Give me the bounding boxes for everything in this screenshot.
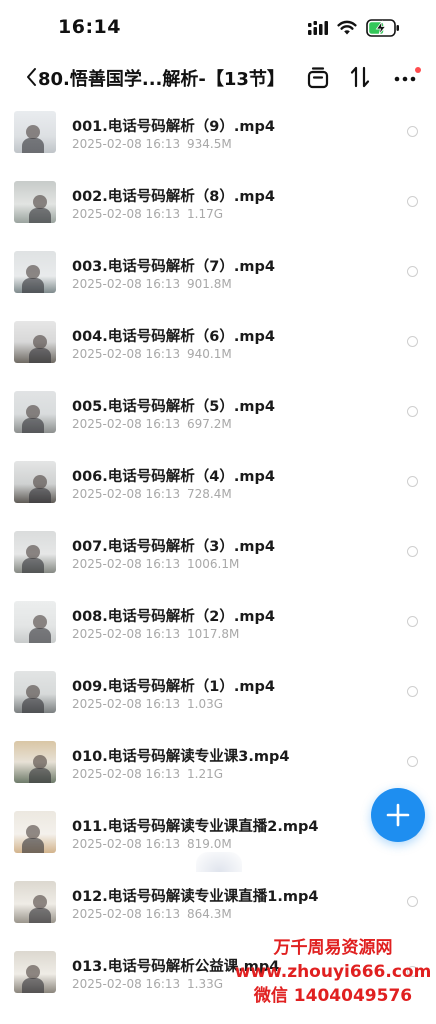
video-thumbnail	[14, 741, 56, 783]
select-radio[interactable]	[407, 686, 418, 697]
file-row[interactable]: 008.电话号码解析（2）.mp4 2025-02-08 16:13 1017.8M	[0, 586, 436, 656]
video-thumbnail	[14, 321, 56, 363]
file-date: 2025-02-08 16:13	[72, 207, 181, 221]
file-size: 940.1M	[187, 347, 232, 361]
file-date: 2025-02-08 16:13	[72, 627, 181, 641]
file-date: 2025-02-08 16:13	[72, 277, 181, 291]
file-size: 864.3M	[187, 907, 232, 921]
notification-dot-icon	[415, 67, 421, 73]
file-size: 901.8M	[187, 277, 232, 291]
file-name: 006.电话号码解析（4）.mp4	[72, 469, 275, 485]
file-size: 728.4M	[187, 487, 232, 501]
file-row[interactable]: 009.电话号码解析（1）.mp4 2025-02-08 16:13 1.03G	[0, 656, 436, 726]
battery-charging-icon	[366, 19, 399, 37]
more-icon[interactable]	[392, 66, 422, 90]
wifi-icon	[337, 20, 357, 35]
file-size: 1.17G	[187, 207, 224, 221]
file-name: 009.电话号码解析（1）.mp4	[72, 679, 275, 695]
select-radio[interactable]	[407, 266, 418, 277]
file-row[interactable]: 012.电话号码解读专业课直播1.mp4 2025-02-08 16:13 864.…	[0, 866, 436, 936]
video-thumbnail	[14, 251, 56, 293]
select-radio[interactable]	[407, 196, 418, 207]
select-radio[interactable]	[407, 546, 418, 557]
file-name: 008.电话号码解析（2）.mp4	[72, 609, 275, 625]
watermark-url: www.zhouyi666.com	[234, 962, 432, 982]
status-bar: 16:14	[0, 0, 436, 58]
file-date: 2025-02-08 16:13	[72, 837, 181, 851]
file-row[interactable]: 006.电话号码解析（4）.mp4 2025-02-08 16:13 728.4M	[0, 446, 436, 516]
file-date: 2025-02-08 16:13	[72, 977, 181, 991]
status-time: 16:14	[58, 16, 121, 38]
file-size: 1.03G	[187, 697, 224, 711]
file-date: 2025-02-08 16:13	[72, 347, 181, 361]
video-thumbnail	[14, 181, 56, 223]
select-radio[interactable]	[407, 336, 418, 347]
video-thumbnail	[14, 951, 56, 993]
watermark: 万千周易资源网 www.zhouyi666.com 微信 1404049576	[230, 936, 436, 1008]
pull-loading-indicator	[196, 852, 242, 872]
file-date: 2025-02-08 16:13	[72, 137, 181, 151]
file-row[interactable]: 005.电话号码解析（5）.mp4 2025-02-08 16:13 697.2M	[0, 376, 436, 446]
plus-icon	[386, 803, 410, 827]
file-row[interactable]: 004.电话号码解析（6）.mp4 2025-02-08 16:13 940.1M	[0, 306, 436, 376]
sort-icon[interactable]	[348, 65, 372, 89]
file-name: 005.电话号码解析（5）.mp4	[72, 399, 275, 415]
file-size: 1006.1M	[187, 557, 240, 571]
select-radio[interactable]	[407, 756, 418, 767]
file-size: 1.21G	[187, 767, 224, 781]
file-date: 2025-02-08 16:13	[72, 487, 181, 501]
select-radio[interactable]	[407, 476, 418, 487]
file-name: 010.电话号码解读专业课3.mp4	[72, 749, 290, 765]
select-radio[interactable]	[407, 616, 418, 627]
file-name: 001.电话号码解析（9）.mp4	[72, 119, 275, 135]
video-thumbnail	[14, 881, 56, 923]
header-bar: 80.悟善国学...解析-【13节】	[0, 58, 436, 98]
video-thumbnail	[14, 111, 56, 153]
file-date: 2025-02-08 16:13	[72, 557, 181, 571]
video-thumbnail	[14, 601, 56, 643]
watermark-site-name: 万千周易资源网	[273, 938, 393, 958]
video-thumbnail	[14, 811, 56, 853]
select-radio[interactable]	[407, 126, 418, 137]
file-date: 2025-02-08 16:13	[72, 907, 181, 921]
file-size: 819.0M	[187, 837, 232, 851]
file-size: 1.33G	[187, 977, 224, 991]
file-date: 2025-02-08 16:13	[72, 417, 181, 431]
file-date: 2025-02-08 16:13	[72, 697, 181, 711]
file-row[interactable]: 002.电话号码解析（8）.mp4 2025-02-08 16:13 1.17G	[0, 166, 436, 236]
video-thumbnail	[14, 671, 56, 713]
video-thumbnail	[14, 531, 56, 573]
tab-icon[interactable]	[306, 66, 330, 90]
file-name: 012.电话号码解读专业课直播1.mp4	[72, 889, 319, 905]
page-title: 80.悟善国学...解析-【13节】	[38, 69, 285, 90]
file-row[interactable]: 003.电话号码解析（7）.mp4 2025-02-08 16:13 901.8M	[0, 236, 436, 306]
select-radio[interactable]	[407, 896, 418, 907]
file-row[interactable]: 001.电话号码解析（9）.mp4 2025-02-08 16:13 934.5M	[0, 96, 436, 166]
file-name: 011.电话号码解读专业课直播2.mp4	[72, 819, 319, 835]
file-size: 697.2M	[187, 417, 232, 431]
watermark-wechat: 微信 1404049576	[253, 986, 413, 1006]
video-thumbnail	[14, 391, 56, 433]
chevron-left-icon[interactable]	[24, 64, 38, 90]
file-name: 004.电话号码解析（6）.mp4	[72, 329, 275, 345]
file-name: 003.电话号码解析（7）.mp4	[72, 259, 275, 275]
video-thumbnail	[14, 461, 56, 503]
file-name: 002.电话号码解析（8）.mp4	[72, 189, 275, 205]
cellular-signal-icon	[308, 21, 328, 35]
select-radio[interactable]	[407, 406, 418, 417]
file-size: 934.5M	[187, 137, 232, 151]
file-row[interactable]: 010.电话号码解读专业课3.mp4 2025-02-08 16:13 1.21G	[0, 726, 436, 796]
file-size: 1017.8M	[187, 627, 240, 641]
add-button[interactable]	[371, 788, 425, 842]
file-row[interactable]: 007.电话号码解析（3）.mp4 2025-02-08 16:13 1006.1M	[0, 516, 436, 586]
file-name: 007.电话号码解析（3）.mp4	[72, 539, 275, 555]
file-date: 2025-02-08 16:13	[72, 767, 181, 781]
